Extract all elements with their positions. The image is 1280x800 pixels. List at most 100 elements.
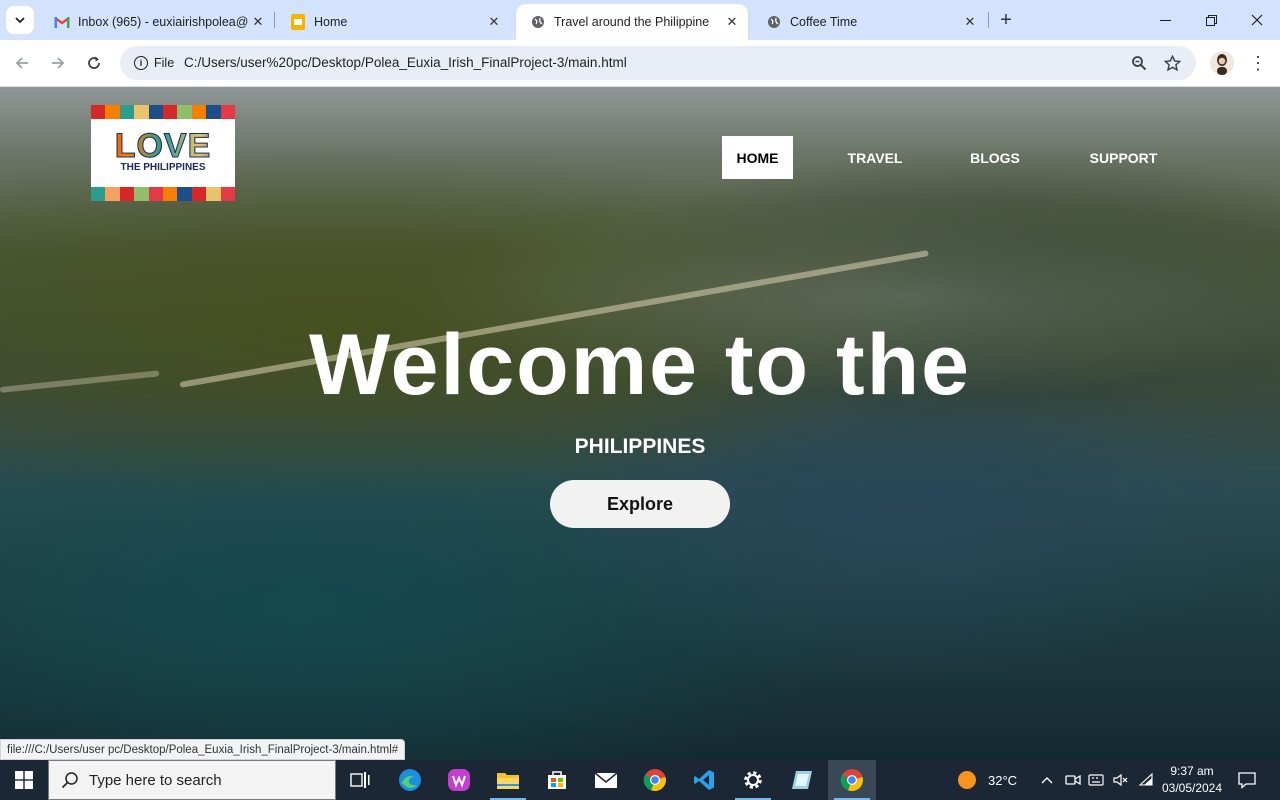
search-icon: [61, 772, 78, 789]
chevron-up-icon: [1041, 777, 1053, 784]
notification-icon: [1238, 772, 1256, 789]
sun-icon: [958, 771, 976, 789]
windows-logo-icon: [15, 771, 33, 789]
taskbar-settings[interactable]: [729, 760, 777, 800]
restore-button[interactable]: [1188, 0, 1234, 40]
system-clock[interactable]: 9:37 am 03/05/2024: [1156, 763, 1228, 797]
speaker-muted-icon: [1113, 773, 1128, 787]
show-hidden-icons-button[interactable]: [1040, 760, 1054, 800]
site-info-label: File: [154, 56, 175, 70]
reload-button[interactable]: [81, 50, 107, 76]
tab-search-button[interactable]: [6, 6, 34, 34]
video-call-icon: [1065, 774, 1081, 786]
notes-app-icon: [792, 771, 812, 789]
taskbar-notes-app[interactable]: [778, 760, 826, 800]
info-icon: i: [134, 56, 148, 70]
close-tab-icon[interactable]: ✕: [960, 12, 980, 32]
edge-icon: [399, 769, 421, 791]
restore-icon: [1205, 14, 1217, 26]
browser-menu-button[interactable]: ⋮: [1248, 52, 1268, 74]
plus-icon: +: [1000, 8, 1012, 31]
zoom-icon: [1132, 56, 1147, 71]
explore-button[interactable]: Explore: [550, 480, 730, 528]
notifications-button[interactable]: [1238, 760, 1256, 800]
folder-icon: [497, 773, 519, 789]
web-page: LOVE THE PHILIPPINES HOME TRAVEL BLOGS S…: [0, 87, 1280, 760]
tab-divider: [274, 12, 275, 28]
taskbar-mail[interactable]: [582, 760, 630, 800]
globe-icon: [530, 14, 546, 30]
arrow-left-icon: [15, 57, 28, 69]
volume-button[interactable]: [1112, 760, 1128, 800]
chrome-icon: [840, 769, 863, 792]
tab-travel[interactable]: Travel around the Philippine ✕: [516, 4, 748, 40]
nav-home[interactable]: HOME: [722, 136, 793, 179]
close-window-button[interactable]: [1234, 0, 1280, 40]
logo-pattern-top: [91, 105, 235, 119]
tab-home[interactable]: Home ✕: [276, 4, 510, 40]
vscode-icon: [694, 770, 714, 790]
taskbar-wps[interactable]: [435, 760, 483, 800]
avatar-icon: [1217, 54, 1227, 75]
clock-time: 9:37 am: [1170, 764, 1214, 778]
browser-toolbar: i File C:/Users/user%20pc/Desktop/Polea_…: [0, 40, 1280, 87]
hero-subtitle: PHILIPPINES: [574, 435, 706, 458]
close-icon: [1251, 14, 1263, 26]
windows-taskbar: Type here to search 32°C 9:37 am 03/05/2…: [0, 760, 1280, 800]
close-tab-icon[interactable]: ✕: [484, 12, 504, 32]
link-status-bar: file:///C:/Users/user pc/Desktop/Polea_E…: [0, 739, 406, 760]
taskbar-store[interactable]: [533, 760, 581, 800]
start-button[interactable]: [0, 760, 48, 800]
mail-icon: [594, 772, 618, 788]
address-bar[interactable]: i File C:/Users/user%20pc/Desktop/Polea_…: [120, 46, 1196, 80]
wifi-icon: [1138, 772, 1153, 786]
logo-love-text: LOVE: [91, 129, 235, 164]
close-tab-icon[interactable]: ✕: [722, 12, 742, 32]
store-icon: [548, 771, 566, 789]
site-info-button[interactable]: i File: [126, 50, 182, 76]
more-vertical-icon: ⋮: [1249, 52, 1267, 73]
taskbar-chrome[interactable]: [631, 760, 679, 800]
taskbar-vscode[interactable]: [680, 760, 728, 800]
taskbar-file-explorer[interactable]: [484, 760, 532, 800]
logo-subtitle: THE PHILIPPINES: [120, 162, 206, 173]
nav-support[interactable]: SUPPORT: [1075, 136, 1172, 179]
close-tab-icon[interactable]: ✕: [248, 12, 268, 32]
forward-button[interactable]: [45, 50, 71, 76]
star-icon: [1163, 54, 1181, 71]
chrome-icon: [643, 769, 666, 792]
minimize-button[interactable]: [1142, 0, 1188, 40]
reload-icon: [88, 56, 100, 69]
input-indicator[interactable]: [1088, 760, 1104, 800]
nav-blogs[interactable]: BLOGS: [955, 136, 1035, 179]
zoom-button[interactable]: [1129, 53, 1149, 73]
tab-strip: Inbox (965) - euxiairishpolea@g ✕ Home ✕…: [0, 0, 1280, 40]
taskbar-chrome-active[interactable]: [828, 760, 876, 800]
tab-coffee-time[interactable]: Coffee Time ✕: [752, 4, 986, 40]
keyboard-language-icon: [1088, 774, 1104, 786]
hero-title: Welcome to the: [309, 317, 971, 413]
network-button[interactable]: [1138, 760, 1154, 800]
love-philippines-logo[interactable]: LOVE THE PHILIPPINES: [91, 105, 235, 201]
gmail-icon: [54, 14, 70, 30]
taskbar-search-box[interactable]: Type here to search: [48, 760, 336, 800]
chevron-down-icon: [15, 17, 25, 24]
weather-widget[interactable]: 32°C: [956, 760, 1017, 800]
wps-office-icon: [448, 769, 470, 791]
bookmark-button[interactable]: [1162, 53, 1182, 73]
clock-date: 03/05/2024: [1161, 781, 1223, 795]
task-view-button[interactable]: [336, 760, 384, 800]
tab-title: Inbox (965) - euxiairishpolea@g: [78, 15, 248, 29]
url-text[interactable]: C:/Users/user%20pc/Desktop/Polea_Euxia_I…: [184, 55, 627, 70]
task-view-icon: [350, 772, 370, 788]
nav-travel[interactable]: TRAVEL: [832, 136, 918, 179]
profile-avatar[interactable]: [1210, 51, 1234, 75]
meet-now-button[interactable]: [1065, 760, 1081, 800]
tab-gmail[interactable]: Inbox (965) - euxiairishpolea@g ✕: [40, 4, 274, 40]
tab-title: Home: [314, 15, 348, 29]
tab-title: Travel around the Philippine: [554, 15, 710, 29]
back-button[interactable]: [9, 50, 35, 76]
globe-icon: [766, 14, 782, 30]
new-tab-button[interactable]: +: [994, 8, 1018, 32]
taskbar-edge[interactable]: [386, 760, 434, 800]
